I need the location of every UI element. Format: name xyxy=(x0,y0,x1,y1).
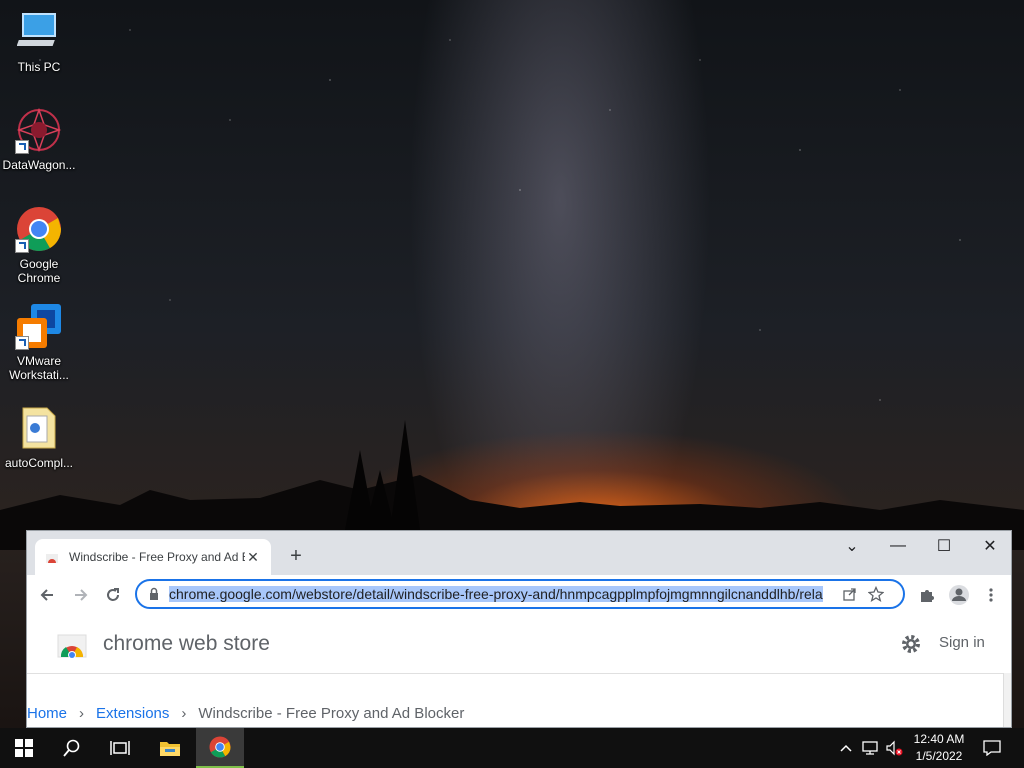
breadcrumb-separator: › xyxy=(181,705,187,722)
webstore-title[interactable]: chrome web store xyxy=(103,632,270,656)
tab-search-button[interactable]: ⌄ xyxy=(829,531,875,561)
tab-windscribe[interactable]: Windscribe - Free Proxy and Ad Blocker ✕ xyxy=(35,539,271,575)
network-button[interactable] xyxy=(860,738,880,758)
vmware-icon xyxy=(15,302,63,350)
desktop-icon-google-chrome[interactable]: Google Chrome xyxy=(2,205,76,285)
webstore-logo-icon xyxy=(57,634,87,659)
profile-button[interactable] xyxy=(945,581,973,609)
share-icon[interactable] xyxy=(837,581,863,607)
breadcrumb-current: Windscribe - Free Proxy and Ad Blocker xyxy=(198,705,465,722)
this-pc-icon xyxy=(15,8,63,56)
taskbar: 12:40 AM 1/5/2022 xyxy=(0,728,1024,768)
chrome-window: Windscribe - Free Proxy and Ad Blocker ✕… xyxy=(26,530,1012,728)
page-scrollbar[interactable] xyxy=(1003,673,1011,727)
forward-arrow-icon xyxy=(75,589,88,601)
bookmark-star-icon[interactable] xyxy=(863,581,889,607)
forward-button[interactable] xyxy=(67,581,95,609)
breadcrumb-extensions-link[interactable]: Extensions xyxy=(96,705,169,722)
volume-muted-icon xyxy=(886,740,903,756)
breadcrumb-separator: › xyxy=(79,705,85,722)
file-icon xyxy=(15,404,63,452)
webstore-favicon-icon xyxy=(46,554,58,563)
search-button[interactable] xyxy=(48,728,96,768)
chrome-icon xyxy=(209,736,231,758)
datawagon-icon xyxy=(15,106,63,154)
shortcut-arrow-icon xyxy=(15,336,29,350)
desktop-icon-label: VMware Workstati... xyxy=(9,354,69,382)
clock-date: 1/5/2022 xyxy=(915,749,963,763)
file-explorer-button[interactable] xyxy=(146,728,194,768)
minimize-icon: — xyxy=(890,537,906,554)
close-button[interactable]: ✕ xyxy=(967,531,1011,561)
tab-strip: Windscribe - Free Proxy and Ad Blocker ✕… xyxy=(27,531,1011,575)
menu-button[interactable] xyxy=(977,581,1005,609)
maximize-icon: ☐ xyxy=(936,538,952,555)
reload-icon xyxy=(107,588,119,601)
action-center-icon xyxy=(983,740,1001,756)
network-icon xyxy=(862,741,878,755)
sign-in-link[interactable]: Sign in xyxy=(939,634,985,651)
start-button[interactable] xyxy=(0,728,48,768)
shortcut-arrow-icon xyxy=(15,140,29,154)
windows-logo-icon xyxy=(15,739,33,757)
notifications-button[interactable] xyxy=(982,738,1002,758)
chevron-up-icon xyxy=(840,744,852,752)
gear-icon[interactable] xyxy=(899,632,923,656)
tab-title: Windscribe - Free Proxy and Ad Blocker xyxy=(69,550,245,564)
desktop-icon-autocompl[interactable]: autoCompl... xyxy=(2,404,76,470)
show-hidden-icons-button[interactable] xyxy=(836,738,856,758)
chevron-down-icon: ⌄ xyxy=(845,538,859,555)
taskbar-clock[interactable]: 12:40 AM 1/5/2022 xyxy=(906,731,972,765)
back-button[interactable] xyxy=(33,581,61,609)
kebab-menu-icon xyxy=(989,588,993,602)
address-bar[interactable]: chrome.google.com/webstore/detail/windsc… xyxy=(135,579,905,609)
lock-icon xyxy=(150,587,158,600)
desktop-icon-datawagon[interactable]: DataWagon... xyxy=(2,106,76,172)
desktop-icon-label: This PC xyxy=(17,60,61,74)
chrome-taskbar-button[interactable] xyxy=(196,728,244,768)
minimize-button[interactable]: — xyxy=(875,531,921,561)
avatar-icon xyxy=(949,585,969,605)
new-tab-button[interactable]: + xyxy=(283,543,309,569)
clock-time: 12:40 AM xyxy=(913,732,965,746)
toolbar: chrome.google.com/webstore/detail/windsc… xyxy=(27,575,1011,616)
breadcrumb: Home › Extensions › Windscribe - Free Pr… xyxy=(27,705,464,722)
folder-icon xyxy=(160,742,180,756)
webstore-header: chrome web store Sign in xyxy=(27,615,1011,674)
shortcut-arrow-icon xyxy=(15,239,29,253)
chrome-icon xyxy=(15,205,63,253)
task-view-icon xyxy=(110,741,130,755)
url-text[interactable]: chrome.google.com/webstore/detail/windsc… xyxy=(169,586,837,602)
close-icon: ✕ xyxy=(983,538,997,555)
search-icon xyxy=(63,739,80,757)
maximize-button[interactable]: ☐ xyxy=(921,531,967,561)
puzzle-icon xyxy=(921,590,934,602)
desktop-icon-vmware[interactable]: VMware Workstati... xyxy=(2,302,76,382)
breadcrumb-home-link[interactable]: Home xyxy=(27,705,67,722)
back-arrow-icon xyxy=(40,589,53,601)
url-selected-text: chrome.google.com/webstore/detail/windsc… xyxy=(169,586,823,602)
reload-button[interactable] xyxy=(99,581,127,609)
tab-close-icon[interactable]: ✕ xyxy=(245,549,261,565)
desktop-icon-this-pc[interactable]: This PC xyxy=(2,8,76,74)
task-view-button[interactable] xyxy=(96,728,144,768)
desktop-icon-label: autoCompl... xyxy=(4,456,74,470)
extensions-button[interactable] xyxy=(913,581,941,609)
desktop-icon-label: Google Chrome xyxy=(17,257,61,285)
volume-button[interactable] xyxy=(884,738,904,758)
desktop-icon-label: DataWagon... xyxy=(2,158,76,172)
